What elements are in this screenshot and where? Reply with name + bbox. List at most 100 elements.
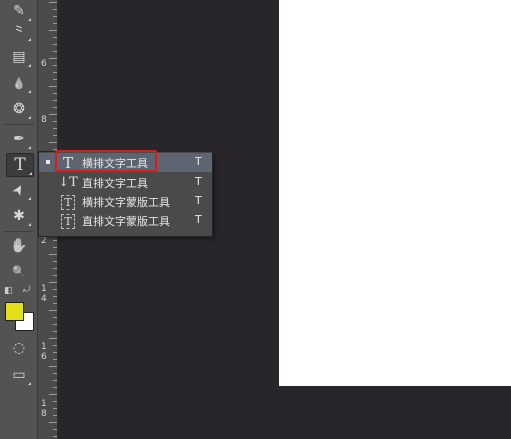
ruler-tick: [49, 114, 57, 115]
horizontal-type-mask-tool-item[interactable]: T 横排文字蒙版工具 T: [39, 192, 212, 211]
ruler-tick: [53, 345, 57, 346]
quick-mask-icon[interactable]: ◌: [6, 337, 32, 359]
menu-item-label: 直排文字工具: [82, 177, 148, 190]
ruler-tick: [53, 352, 57, 353]
ruler-tick: [49, 58, 57, 59]
ruler-tick: [53, 296, 57, 297]
ruler-tick: [49, 142, 57, 143]
ruler-tick: [53, 408, 57, 409]
ruler-tick: [53, 121, 57, 122]
pen-glyph: ✒: [13, 131, 25, 147]
selected-bullet-icon: [46, 160, 50, 164]
annotation-highlight-box: [55, 150, 157, 172]
ruler-tick: [53, 289, 57, 290]
ruler-tick: [53, 16, 57, 17]
gradient-glyph: ▤: [12, 49, 26, 65]
document-canvas[interactable]: [279, 0, 511, 386]
history-brush-icon[interactable]: ⺀: [6, 20, 32, 42]
ruler-tick: [49, 86, 57, 87]
ruler-tick: [53, 261, 57, 262]
default-colors-icon[interactable]: ◧: [4, 286, 13, 296]
ruler-tick: [53, 93, 57, 94]
menu-item-label: 横排文字蒙版工具: [82, 196, 170, 209]
toolbar-divider: [4, 231, 34, 232]
ruler-tick: [49, 30, 57, 31]
toolbar-divider: [4, 124, 34, 125]
foreground-color-swatch[interactable]: [5, 302, 24, 321]
ruler-tick: [53, 331, 57, 332]
blur-icon[interactable]: 💧: [6, 72, 32, 94]
ruler-tick: [53, 107, 57, 108]
ruler-tick: [53, 387, 57, 388]
zoom-icon[interactable]: 🔍: [6, 260, 32, 282]
menu-item-shortcut: T: [195, 155, 202, 168]
hand-icon[interactable]: ✋: [6, 235, 32, 257]
pen-icon[interactable]: ✒: [6, 128, 32, 150]
gradient-icon[interactable]: ▤: [6, 46, 32, 68]
swap-colors-icon[interactable]: ⤾: [23, 285, 31, 295]
ruler-tick: [53, 429, 57, 430]
ruler-label: 8: [41, 409, 47, 419]
type-icon[interactable]: T: [6, 153, 34, 177]
custom-shape-glyph: ✱: [13, 208, 25, 224]
ruler-tick: [49, 366, 57, 367]
history-brush-glyph: ⺀: [12, 24, 26, 40]
sponge-icon[interactable]: ❂: [6, 98, 32, 120]
vertical-type-tool-item[interactable]: ↓T 直排文字工具 T: [39, 173, 212, 192]
ruler-label: 4: [41, 294, 47, 304]
ruler-tick: [53, 100, 57, 101]
ruler-tick: [49, 2, 57, 3]
ruler-label: 1: [41, 399, 47, 409]
ruler-tick: [53, 79, 57, 80]
ruler-tick: [53, 240, 57, 241]
ruler-tick: [49, 338, 57, 339]
ruler-label: 2: [41, 236, 47, 246]
vertical-type-mask-icon: T: [61, 214, 75, 229]
ruler-label: 1: [41, 342, 47, 352]
type-glyph: T: [14, 155, 26, 175]
ruler-tick: [53, 275, 57, 276]
ruler-tick: [53, 65, 57, 66]
path-selection-icon[interactable]: ➤: [6, 179, 32, 201]
horizontal-type-mask-icon: T: [61, 195, 75, 210]
ruler-tick: [49, 310, 57, 311]
ruler-tick: [49, 254, 57, 255]
ruler-tick: [49, 282, 57, 283]
menu-item-shortcut: T: [195, 175, 202, 188]
menu-item-shortcut: T: [195, 194, 202, 207]
hand-glyph: ✋: [10, 238, 28, 254]
ruler-tick: [53, 303, 57, 304]
ruler-tick: [53, 373, 57, 374]
ruler-tick: [53, 317, 57, 318]
quick-mask-glyph: ◌: [12, 340, 26, 356]
ruler-tick: [53, 44, 57, 45]
ruler-tick: [53, 324, 57, 325]
ruler-tick: [53, 51, 57, 52]
ruler-tick: [53, 380, 57, 381]
ruler-tick: [53, 415, 57, 416]
ruler-tick: [49, 394, 57, 395]
brush-glyph: ✎: [13, 3, 25, 19]
screen-mode-glyph: ▭: [12, 367, 26, 383]
ruler-tick: [53, 37, 57, 38]
custom-shape-icon[interactable]: ✱: [6, 205, 32, 227]
path-selection-glyph: ➤: [9, 180, 29, 200]
ruler-tick: [53, 436, 57, 437]
ruler-label: 8: [41, 115, 47, 125]
screen-mode-icon[interactable]: ▭: [6, 364, 32, 386]
menu-item-shortcut: T: [195, 213, 202, 226]
ruler-tick: [53, 359, 57, 360]
ruler-tick: [53, 23, 57, 24]
zoom-glyph: 🔍: [12, 264, 26, 278]
blur-glyph: 💧: [12, 76, 26, 90]
ruler-tick: [53, 401, 57, 402]
ruler-tick: [53, 9, 57, 10]
ruler-label: 6: [41, 59, 47, 69]
ruler-tick: [53, 128, 57, 129]
ruler-label: 1: [41, 284, 47, 294]
ruler-label: 6: [41, 352, 47, 362]
vertical-type-mask-tool-item[interactable]: T 直排文字蒙版工具 T: [39, 211, 212, 230]
brush-icon[interactable]: ✎: [6, 0, 32, 22]
sponge-glyph: ❂: [13, 101, 25, 117]
ruler-tick: [53, 247, 57, 248]
